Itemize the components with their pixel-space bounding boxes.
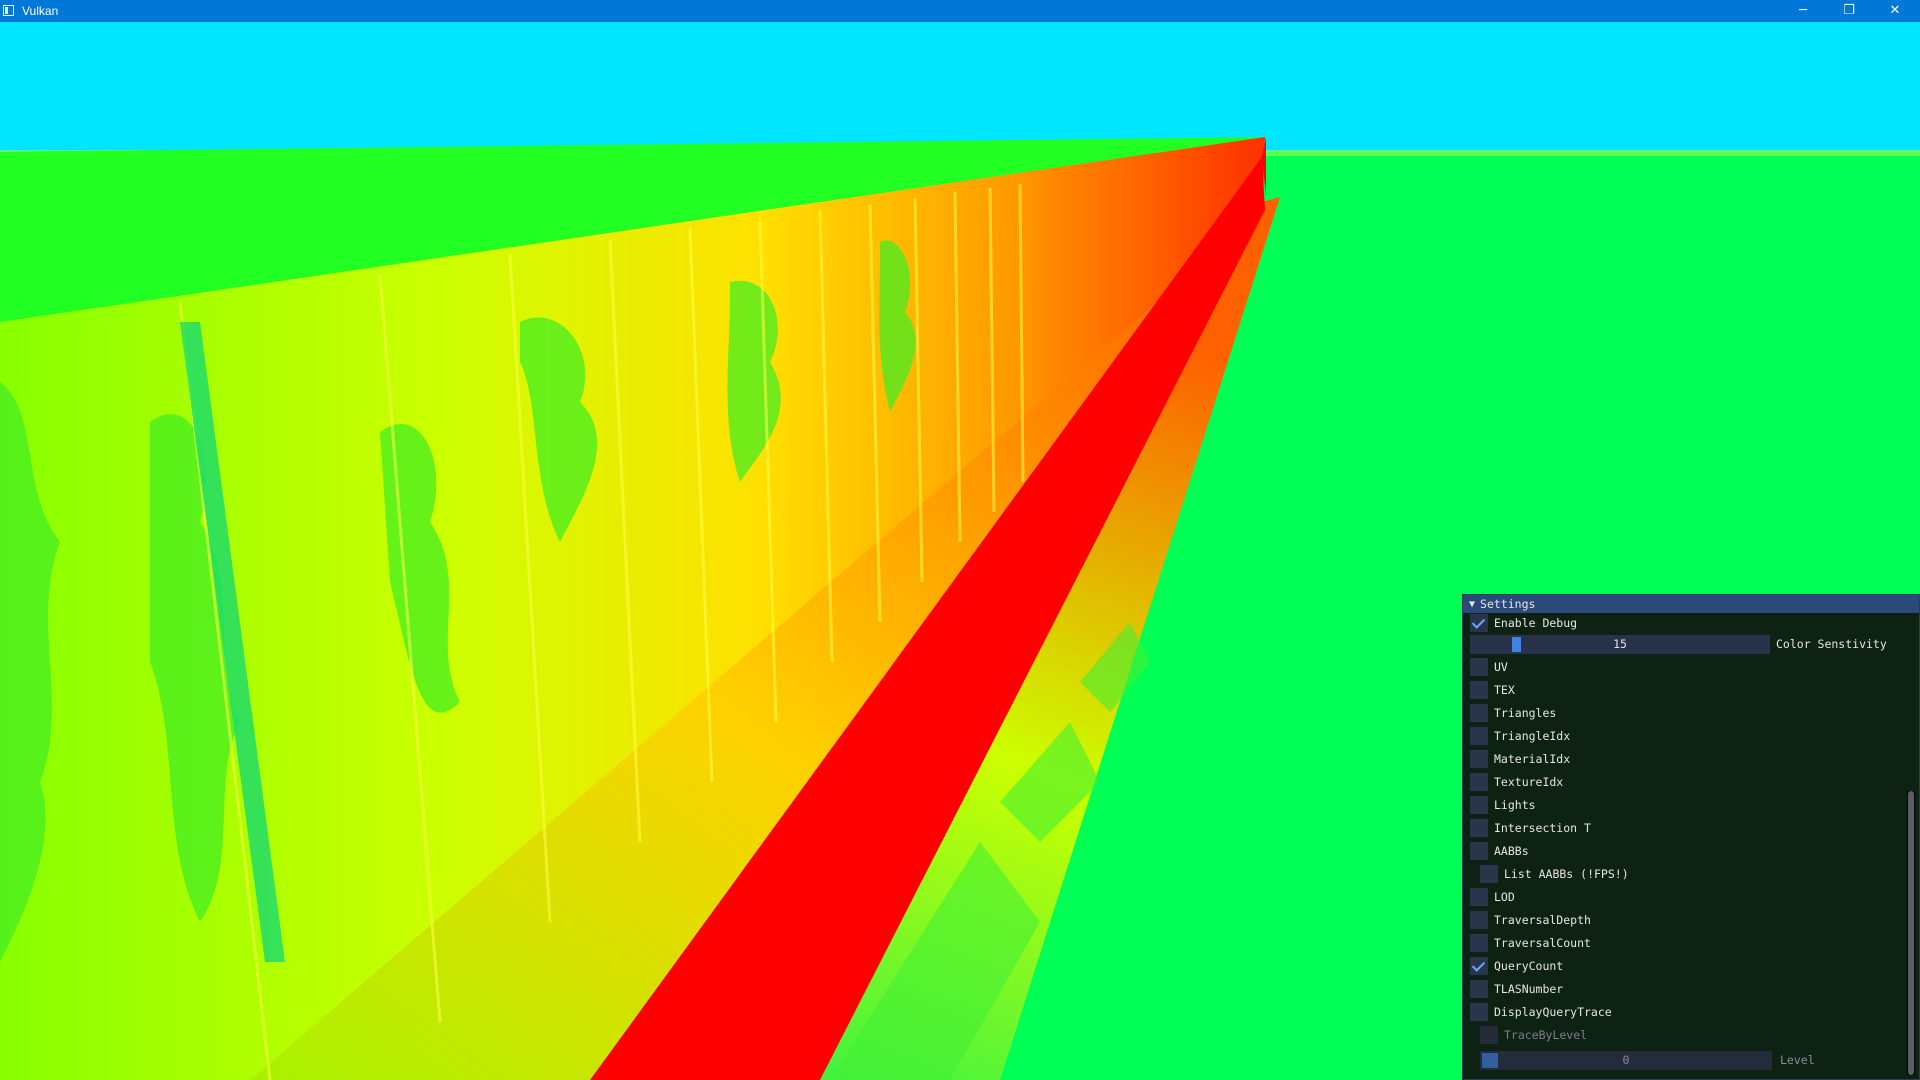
window-titlebar[interactable]: Vulkan ─ ❐ ✕ [0, 0, 1920, 22]
textureidx-checkbox[interactable] [1470, 773, 1488, 791]
tex-checkbox[interactable] [1470, 681, 1488, 699]
displayquerytrace-label: DisplayQueryTrace [1494, 1005, 1612, 1019]
traversalcount-label: TraversalCount [1494, 936, 1591, 950]
option-row-triangles[interactable]: Triangles [1463, 703, 1556, 723]
option-row-lights[interactable]: Lights [1463, 795, 1536, 815]
color-sensitivity-value: 15 [1613, 637, 1627, 651]
triangles-label: Triangles [1494, 706, 1557, 720]
uv-label: UV [1494, 660, 1508, 674]
querycount-checkbox[interactable] [1470, 957, 1488, 975]
level-value: 0 [1622, 1053, 1630, 1067]
restore-button[interactable]: ❐ [1826, 0, 1872, 22]
option-row-uv[interactable]: UV [1463, 657, 1508, 677]
tracebylevel-checkbox[interactable] [1480, 1026, 1498, 1044]
lod-checkbox[interactable] [1470, 888, 1488, 906]
settings-title: Settings [1480, 597, 1536, 611]
sky [0, 22, 1920, 152]
list-aabbs-label: List AABBs (!FPS!) [1504, 867, 1629, 881]
enable-debug-checkbox[interactable] [1470, 614, 1488, 632]
materialidx-label: MaterialIdx [1494, 752, 1571, 766]
color-sensitivity-slider[interactable]: 15 [1470, 635, 1770, 654]
traversaldepth-label: TraversalDepth [1494, 913, 1591, 927]
intersection-t-checkbox[interactable] [1470, 819, 1488, 837]
materialidx-checkbox[interactable] [1470, 750, 1488, 768]
aabbs-checkbox[interactable] [1470, 842, 1488, 860]
close-button[interactable]: ✕ [1872, 0, 1918, 22]
intersection-t-label: Intersection T [1494, 821, 1591, 835]
displayquerytrace-checkbox[interactable] [1470, 1003, 1488, 1021]
uv-checkbox[interactable] [1470, 658, 1488, 676]
querycount-label: QueryCount [1494, 959, 1564, 973]
lod-label: LOD [1494, 890, 1515, 904]
option-row-intersection-t[interactable]: Intersection T [1463, 818, 1591, 838]
enable-debug-label: Enable Debug [1494, 616, 1578, 630]
textureidx-label: TextureIdx [1494, 775, 1564, 789]
tlasnumber-checkbox[interactable] [1470, 980, 1488, 998]
collapse-triangle-icon[interactable]: ▼ [1469, 599, 1475, 610]
window-title: Vulkan [22, 4, 59, 18]
level-label: Level [1780, 1053, 1815, 1067]
option-row-triangleidx[interactable]: TriangleIdx [1463, 726, 1570, 746]
option-row-traversalcount[interactable]: TraversalCount [1463, 933, 1591, 953]
level-slider[interactable]: 0 [1480, 1051, 1772, 1070]
color-sensitivity-label: Color Senstivity [1776, 637, 1887, 651]
aabbs-label: AABBs [1494, 844, 1529, 858]
option-row-tex[interactable]: TEX [1463, 680, 1515, 700]
settings-scrollbar-thumb[interactable] [1908, 791, 1914, 1075]
traversalcount-checkbox[interactable] [1470, 934, 1488, 952]
tlasnumber-label: TLASNumber [1494, 982, 1564, 996]
app-icon [3, 5, 14, 16]
settings-header[interactable]: ▼ Settings [1463, 595, 1919, 613]
minimize-button[interactable]: ─ [1780, 0, 1826, 22]
enable-debug-row[interactable]: Enable Debug [1463, 613, 1577, 633]
settings-panel[interactable]: ▼ Settings Enable Debug 15 Color Senstiv… [1462, 594, 1920, 1080]
lights-checkbox[interactable] [1470, 796, 1488, 814]
option-row-list-aabbs[interactable]: List AABBs (!FPS!) [1463, 864, 1629, 884]
option-row-displayquerytrace[interactable]: DisplayQueryTrace [1463, 1002, 1612, 1022]
tex-label: TEX [1494, 683, 1515, 697]
triangleidx-checkbox[interactable] [1470, 727, 1488, 745]
traversaldepth-checkbox[interactable] [1470, 911, 1488, 929]
lights-label: Lights [1494, 798, 1536, 812]
option-row-tracebylevel[interactable]: TraceByLevel [1463, 1025, 1587, 1045]
option-row-tlasnumber[interactable]: TLASNumber [1463, 979, 1563, 999]
settings-scrollbar[interactable] [1907, 791, 1915, 1075]
option-row-traversaldepth[interactable]: TraversalDepth [1463, 910, 1591, 930]
option-row-aabbs[interactable]: AABBs [1463, 841, 1529, 861]
tracebylevel-label: TraceByLevel [1504, 1028, 1588, 1042]
option-row-querycount[interactable]: QueryCount [1463, 956, 1563, 976]
option-row-textureidx[interactable]: TextureIdx [1463, 772, 1563, 792]
triangleidx-label: TriangleIdx [1494, 729, 1571, 743]
option-row-lod[interactable]: LOD [1463, 887, 1515, 907]
list-aabbs-checkbox[interactable] [1480, 865, 1498, 883]
option-row-materialidx[interactable]: MaterialIdx [1463, 749, 1570, 769]
triangles-checkbox[interactable] [1470, 704, 1488, 722]
